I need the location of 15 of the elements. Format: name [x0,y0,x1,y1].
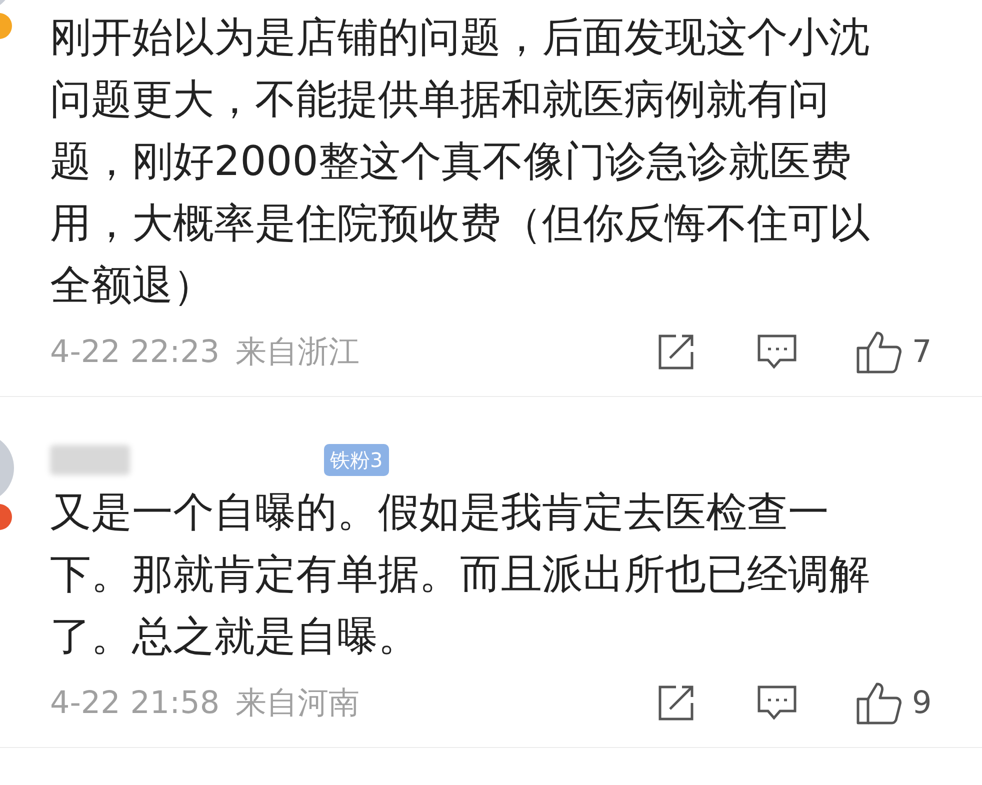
comment-location: 来自河南 [236,684,360,723]
fan-badge: 铁粉3 [324,444,389,476]
comment-time: 4-22 21:58 [50,684,220,723]
share-icon[interactable] [656,683,696,723]
comment-icon[interactable] [756,684,798,722]
comment-icon[interactable] [756,333,798,371]
like-count: 7 [912,332,933,372]
thumbs-up-icon[interactable] [856,681,902,725]
thumbs-up-icon[interactable] [856,330,902,374]
comment-text: 又是一个自曝的。假如是我肯定去医检查一下。那就肯定有单据。而且派出所也已经调解了。总之就是自曝。 [50,487,871,662]
comment-text: 刚开始以为是店铺的问题，后面发现这个小沈问题更大，不能提供单据和就医病例就有问题，刚好2000整这个真不像门诊急诊就医费用，大概率是住院预收费（但你反悔不住可以全额退） [50,12,871,311]
share-icon[interactable] [656,332,696,372]
comment-time: 4-22 22:23 [50,332,220,372]
comment-location: 来自浙江 [236,332,360,372]
like-count: 9 [912,684,933,723]
